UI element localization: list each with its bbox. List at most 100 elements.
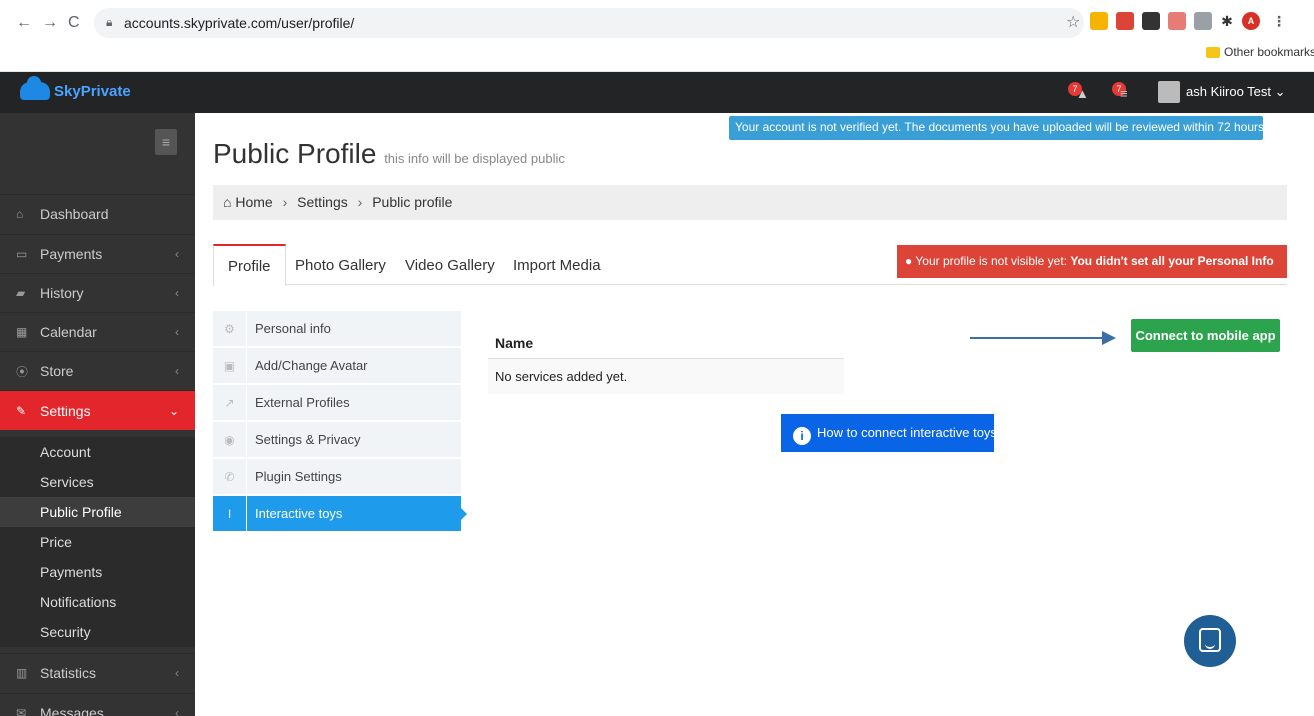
tab-video-gallery[interactable]: Video Gallery (391, 244, 509, 285)
external-link-icon: ↗ (213, 384, 247, 421)
alert-bold-text: You didn't set all your Personal Info (1070, 254, 1274, 268)
sidebar-item-history[interactable]: ▰ History ‹ (0, 273, 195, 312)
subnav-plugin-settings[interactable]: ✆ Plugin Settings (213, 458, 461, 495)
connect-mobile-app-button[interactable]: Connect to mobile app (1131, 319, 1280, 352)
settings-sub-payments[interactable]: Payments (0, 557, 195, 587)
subnav-label: Settings & Privacy (255, 432, 361, 447)
sidebar: ≡ ⌂ Dashboard ▭ Payments ‹ ▰ History ‹ ▦… (0, 113, 195, 716)
wrench-icon: ✎ (16, 403, 27, 418)
breadcrumb-current: Public profile (372, 194, 453, 210)
envelope-icon: ✉ (16, 706, 27, 716)
eye-icon: ◉ (213, 421, 247, 458)
page-title-text: Public Profile (213, 138, 377, 169)
sidebar-item-label: Calendar (40, 324, 97, 340)
brand-name: SkyPrivate (54, 82, 131, 100)
subnav-label: Add/Change Avatar (255, 358, 368, 373)
hamburger-menu-icon[interactable]: ≡ (155, 129, 177, 155)
chat-launcher[interactable] (1184, 615, 1236, 667)
arrow-annotation (970, 337, 1104, 339)
chevron-left-icon: ‹ (175, 706, 179, 716)
sidebar-item-label: Payments (40, 246, 103, 262)
subnav-label: Interactive toys (255, 506, 343, 521)
breadcrumb-home[interactable]: Home (235, 194, 272, 210)
settings-sub-notifications[interactable]: Notifications (0, 587, 195, 617)
gear-icon: ⚙ (213, 310, 247, 347)
address-bar[interactable]: 🔒︎ accounts.skyprivate.com/user/profile/ (94, 8, 1084, 38)
sidebar-item-messages[interactable]: ✉ Messages ‹ (0, 693, 195, 716)
chevron-left-icon: ‹ (175, 247, 179, 261)
sidebar-item-label: Settings (40, 402, 91, 419)
user-avatar[interactable] (1158, 81, 1180, 103)
extension-icon[interactable] (1194, 12, 1212, 30)
list-icon: ≡ (1120, 86, 1128, 101)
money-icon: ▭ (16, 247, 28, 261)
other-bookmarks[interactable]: Other bookmarks (1224, 45, 1314, 59)
browser-toolbar: ← → C 🔒︎ accounts.skyprivate.com/user/pr… (0, 0, 1314, 72)
forward-icon[interactable]: → (42, 14, 58, 32)
sidebar-item-label: Messages (40, 705, 104, 716)
subnav-avatar[interactable]: ▣ Add/Change Avatar (213, 347, 461, 384)
toy-icon: Ӏ (213, 495, 247, 532)
user-icon: ● (905, 254, 913, 268)
book-icon: ▰ (16, 286, 26, 300)
settings-sub-services[interactable]: Services (0, 467, 195, 497)
settings-sub-price[interactable]: Price (0, 527, 195, 557)
arrow-head-icon (1102, 331, 1116, 345)
extension-icon[interactable] (1116, 12, 1134, 30)
bookmark-star-icon[interactable]: ☆ (1066, 12, 1080, 32)
extension-icon[interactable] (1168, 12, 1186, 30)
how-to-label: How to connect interactive toys (817, 425, 997, 440)
profile-avatar[interactable]: A (1242, 12, 1260, 30)
subnav-label: Personal info (255, 321, 331, 336)
phone-icon: ✆ (213, 458, 247, 495)
cloud-icon (20, 76, 50, 100)
services-table: Name No services added yet. (488, 325, 844, 394)
subnav-label: Plugin Settings (255, 469, 342, 484)
user-menu[interactable]: ash Kiiroo Test ⌄ (1186, 84, 1286, 100)
sidebar-item-settings[interactable]: ✎ Settings ⌄ (0, 390, 195, 430)
extension-icon[interactable] (1090, 12, 1108, 30)
verification-notice: Your account is not verified yet. The do… (729, 116, 1267, 140)
how-to-connect-button[interactable]: i How to connect interactive toys (781, 414, 997, 452)
info-icon: i (793, 427, 811, 445)
chevron-left-icon: ‹ (175, 364, 179, 378)
tab-import-media[interactable]: Import Media (499, 244, 615, 285)
play-circle-icon: ⦿ (16, 364, 29, 379)
chevron-down-icon: ⌄ (168, 403, 179, 418)
sidebar-item-store[interactable]: ⦿ Store ‹ (0, 351, 195, 390)
breadcrumb: ⌂ Home › Settings › Public profile (213, 185, 1287, 220)
subnav-external-profiles[interactable]: ↗ External Profiles (213, 384, 461, 421)
tab-photo-gallery[interactable]: Photo Gallery (281, 244, 400, 285)
extension-icon[interactable] (1142, 12, 1160, 30)
subnav-personal-info[interactable]: ⚙ Personal info (213, 310, 461, 347)
logo[interactable]: SkyPrivate (20, 76, 131, 100)
tab-profile[interactable]: Profile (213, 244, 286, 286)
warning-icon: ▲ (1076, 86, 1089, 101)
chevron-left-icon: ‹ (175, 286, 179, 300)
subnav-interactive-toys[interactable]: Ӏ Interactive toys (213, 495, 467, 532)
tasks-notification[interactable]: 7 ≡ (1112, 82, 1134, 104)
app-header: SkyPrivate 7 ▲ 7 ≡ ash Kiiroo Test ⌄ (0, 72, 1314, 113)
subnav-settings-privacy[interactable]: ◉ Settings & Privacy (213, 421, 461, 458)
breadcrumb-settings[interactable]: Settings (297, 194, 348, 210)
menu-icon[interactable]: ⋮ (1270, 12, 1288, 30)
settings-sub-account[interactable]: Account (0, 437, 195, 467)
reload-icon[interactable]: C (68, 14, 80, 32)
settings-sub-security[interactable]: Security (0, 617, 195, 647)
back-icon[interactable]: ← (16, 14, 32, 32)
breadcrumb-separator-icon: › (357, 194, 363, 210)
chevron-left-icon: ‹ (175, 325, 179, 339)
alerts-notification[interactable]: 7 ▲ (1068, 82, 1090, 104)
sidebar-item-calendar[interactable]: ▦ Calendar ‹ (0, 312, 195, 351)
sidebar-item-dashboard[interactable]: ⌂ Dashboard (0, 194, 195, 233)
column-header-name: Name (488, 325, 844, 359)
profile-visibility-alert: ● Your profile is not visible yet: You d… (897, 245, 1287, 278)
sidebar-item-payments[interactable]: ▭ Payments ‹ (0, 234, 195, 273)
user-name: ash Kiiroo Test (1186, 84, 1272, 99)
subnav-label: External Profiles (255, 395, 350, 410)
sidebar-item-label: Store (40, 363, 74, 379)
puzzle-icon[interactable]: ✱ (1218, 12, 1236, 30)
page-title: Public Profile this info will be display… (213, 138, 565, 170)
settings-sub-public-profile[interactable]: Public Profile (0, 497, 195, 527)
sidebar-item-statistics[interactable]: ▥ Statistics ‹ (0, 653, 195, 692)
